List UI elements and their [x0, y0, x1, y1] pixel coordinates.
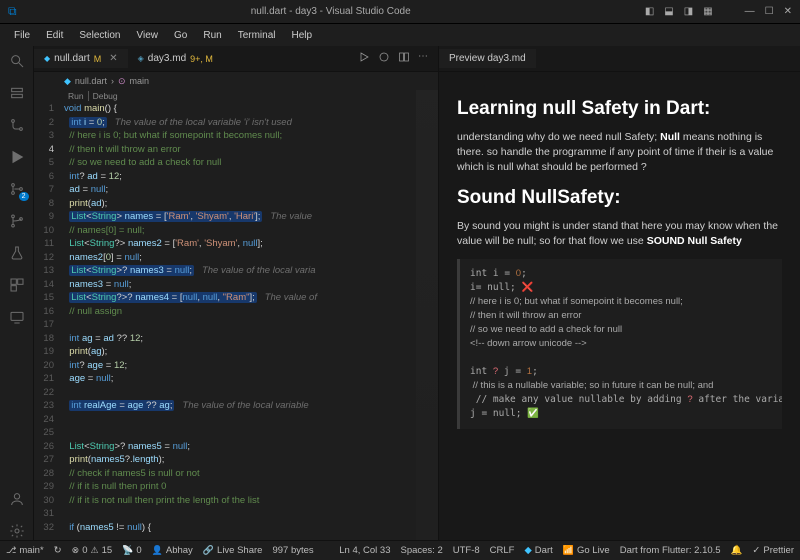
title-bar: ⧉ null.dart - day3 - Visual Studio Code … — [0, 0, 800, 24]
symbol-icon: ⊙ — [118, 76, 126, 87]
status-notifications[interactable]: 🔔 — [731, 545, 743, 556]
dart-file-icon: ◆ — [64, 76, 71, 87]
account-icon[interactable] — [8, 490, 26, 508]
editor-group: ◆ null.dart M ✕ ◈ day3.md 9+, M ⋯ ◆ null… — [34, 46, 438, 540]
modified-badge: 9+, M — [190, 54, 213, 64]
more-actions-icon[interactable]: ⋯ — [418, 51, 428, 66]
branch-icon[interactable] — [8, 212, 26, 230]
branch-icon: ⎇ — [6, 545, 16, 556]
menu-file[interactable]: File — [8, 28, 36, 43]
menu-selection[interactable]: Selection — [73, 28, 126, 43]
menu-view[interactable]: View — [131, 28, 165, 43]
test-icon[interactable] — [8, 244, 26, 262]
code-editor[interactable]: RunDebug 1234567891011121314151617181920… — [34, 90, 438, 540]
status-ports[interactable]: 📡0 — [122, 545, 142, 556]
menu-terminal[interactable]: Terminal — [232, 28, 282, 43]
activity-bar: 2 — [0, 46, 34, 540]
layout-icon[interactable]: ▦ — [703, 6, 712, 17]
liveshare-icon: 🔗 — [203, 545, 214, 556]
status-dart-sdk[interactable]: Dart from Flutter: 2.10.5 — [620, 545, 721, 556]
window-title: null.dart - day3 - Visual Studio Code — [23, 6, 639, 17]
source-control-icon[interactable]: 2 — [8, 180, 26, 198]
error-icon: ⊗ — [72, 545, 80, 556]
run-icon[interactable] — [358, 51, 370, 66]
status-prettier[interactable]: ✓ Prettier — [752, 545, 794, 556]
radio-icon: 📡 — [122, 545, 133, 556]
broadcast-icon: 📶 — [563, 545, 574, 556]
status-spaces[interactable]: Spaces: 2 — [401, 545, 443, 556]
editor-tabs: ◆ null.dart M ✕ ◈ day3.md 9+, M ⋯ — [34, 46, 438, 72]
git-graph-icon[interactable] — [8, 116, 26, 134]
status-sync[interactable]: ↻ — [54, 545, 62, 556]
remote-icon[interactable] — [8, 308, 26, 326]
status-golive[interactable]: 📶Go Live — [563, 545, 610, 556]
extensions-icon[interactable] — [8, 276, 26, 294]
status-bar: ⎇main* ↻ ⊗0 ⚠15 📡0 👤Abhay 🔗Live Share 99… — [0, 540, 800, 560]
preview-codeblock: int i = 0; i= null; ❌ // here i is 0; bu… — [457, 259, 782, 429]
preview-group: Preview day3.md Learning null Safety in … — [438, 46, 800, 540]
run-debug-icon[interactable] — [8, 148, 26, 166]
breadcrumb-file: null.dart — [75, 76, 107, 86]
tab-close-icon[interactable]: ✕ — [109, 53, 117, 64]
editor-actions: ⋯ — [358, 51, 438, 66]
code-content[interactable]: void main() { int i = 0; The value of th… — [60, 90, 317, 540]
status-filesize[interactable]: 997 bytes — [272, 545, 313, 556]
split-editor-icon[interactable] — [398, 51, 410, 66]
explorer-icon[interactable] — [8, 84, 26, 102]
tab-preview[interactable]: Preview day3.md — [439, 49, 536, 68]
menu-run[interactable]: Run — [197, 28, 227, 43]
status-liveshare[interactable]: 🔗Live Share — [203, 545, 263, 556]
tab-day3-md[interactable]: ◈ day3.md 9+, M — [128, 49, 223, 68]
breadcrumb-symbol: main — [130, 76, 150, 86]
tab-label: day3.md — [148, 53, 186, 64]
preview-heading: Learning null Safety in Dart: — [457, 98, 782, 120]
preview-tabs: Preview day3.md — [439, 46, 800, 72]
code-lens[interactable]: RunDebug — [64, 90, 122, 104]
status-eol[interactable]: CRLF — [490, 545, 515, 556]
tab-null-dart[interactable]: ◆ null.dart M ✕ — [34, 49, 128, 68]
panel-left-icon[interactable]: ◧ — [645, 6, 654, 17]
close-icon[interactable]: ✕ — [784, 6, 792, 17]
vscode-logo-icon: ⧉ — [8, 4, 17, 19]
menu-go[interactable]: Go — [168, 28, 193, 43]
maximize-icon[interactable]: ☐ — [765, 6, 774, 17]
modified-badge: M — [94, 54, 102, 64]
preview-paragraph: By sound you might is under stand that h… — [457, 219, 782, 249]
markdown-preview[interactable]: Learning null Safety in Dart: understand… — [439, 72, 800, 540]
layout-controls: ◧ ⬓ ◨ ▦ — ☐ ✕ — [645, 6, 792, 17]
warning-icon: ⚠ — [90, 545, 98, 556]
preview-paragraph: understanding why do we need null Safety… — [457, 130, 782, 175]
dart-file-icon: ◆ — [44, 54, 50, 63]
settings-gear-icon[interactable] — [8, 522, 26, 540]
minimap[interactable] — [416, 90, 438, 540]
scm-badge: 2 — [19, 192, 29, 201]
status-branch[interactable]: ⎇main* — [6, 545, 44, 556]
preview-heading: Sound NullSafety: — [457, 187, 782, 209]
panel-right-icon[interactable]: ◨ — [684, 6, 693, 17]
status-language[interactable]: ◆ Dart — [524, 545, 552, 556]
menu-help[interactable]: Help — [286, 28, 319, 43]
menu-bar: File Edit Selection View Go Run Terminal… — [0, 24, 800, 46]
status-problems[interactable]: ⊗0 ⚠15 — [72, 545, 113, 556]
user-icon: 👤 — [152, 545, 163, 556]
menu-edit[interactable]: Edit — [40, 28, 69, 43]
status-cursor[interactable]: Ln 4, Col 33 — [339, 545, 390, 556]
minimize-icon[interactable]: — — [745, 6, 755, 17]
line-gutter: 1234567891011121314151617181920212223242… — [34, 90, 60, 540]
status-user[interactable]: 👤Abhay — [152, 545, 193, 556]
panel-bottom-icon[interactable]: ⬓ — [664, 6, 673, 17]
status-encoding[interactable]: UTF-8 — [453, 545, 480, 556]
search-icon[interactable] — [8, 52, 26, 70]
markdown-file-icon: ◈ — [138, 54, 144, 63]
breadcrumbs[interactable]: ◆ null.dart › ⊙ main — [34, 72, 438, 90]
debug-config-icon[interactable] — [378, 51, 390, 66]
tab-label: null.dart — [54, 53, 90, 64]
